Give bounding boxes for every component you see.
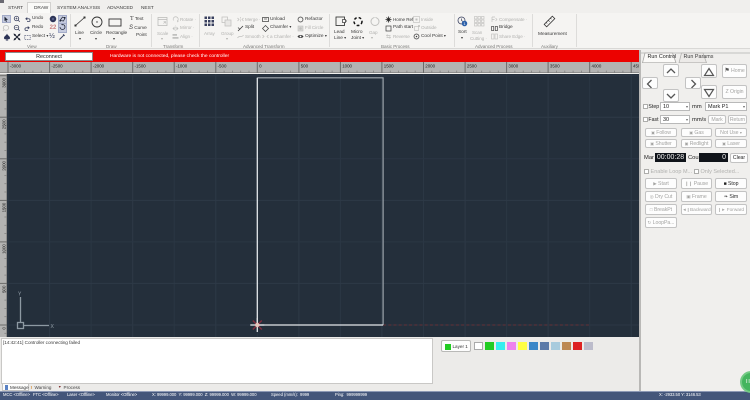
svg-text:1000: 1000 [342, 63, 352, 68]
svg-text:3000: 3000 [1, 77, 6, 87]
svg-text:500: 500 [1, 285, 6, 293]
svg-text:4000: 4000 [592, 63, 602, 68]
svg-text:-3000: -3000 [10, 63, 22, 68]
svg-text:-500: -500 [218, 63, 227, 68]
svg-text:1500: 1500 [1, 202, 6, 212]
svg-text:1500: 1500 [384, 63, 394, 68]
svg-text:2500: 2500 [467, 63, 477, 68]
svg-text:-1500: -1500 [135, 63, 147, 68]
svg-text:-2500: -2500 [51, 63, 63, 68]
svg-text:3000: 3000 [508, 63, 518, 68]
svg-text:2000: 2000 [425, 63, 435, 68]
svg-text:0: 0 [1, 327, 6, 330]
svg-text:-2000: -2000 [93, 63, 105, 68]
svg-text:0: 0 [259, 63, 262, 68]
svg-text:2500: 2500 [1, 119, 6, 129]
svg-text:-1000: -1000 [176, 63, 188, 68]
svg-text:3500: 3500 [550, 63, 560, 68]
svg-text:1000: 1000 [1, 244, 6, 254]
svg-text:500: 500 [301, 63, 309, 68]
svg-text:Y: Y [18, 292, 22, 298]
svg-text:2000: 2000 [1, 160, 6, 170]
